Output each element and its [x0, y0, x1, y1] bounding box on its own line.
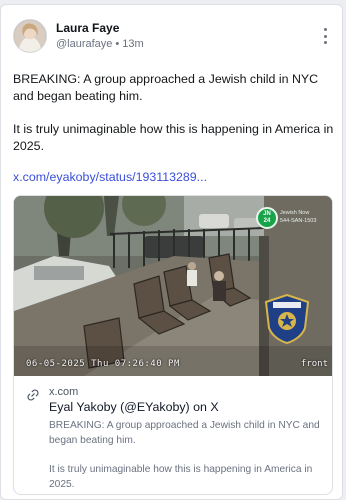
link-preview-card[interactable]: JN 24 Jewish Now 544-SAN-1503 06-05-2025…	[13, 195, 333, 495]
more-options-button[interactable]	[318, 25, 332, 47]
post-link[interactable]: x.com/eyakoby/status/193113289...	[13, 170, 207, 184]
post-paragraph: It is truly unimaginable how this is hap…	[13, 122, 334, 153]
post-meta: @laurafaye • 13m	[56, 38, 144, 50]
more-vertical-icon	[323, 28, 327, 31]
post-header: Laura Faye @laurafaye • 13m	[13, 19, 334, 59]
preview-paragraph: BREAKING: A group approached a Jewish ch…	[49, 420, 320, 446]
shomrim-badge-logo	[264, 294, 310, 344]
author-handle[interactable]: @laurafaye	[56, 38, 112, 50]
post-body: BREAKING: A group approached a Jewish ch…	[13, 71, 335, 171]
post-time[interactable]: 13m	[122, 38, 143, 50]
video-thumbnail[interactable]: JN 24 Jewish Now 544-SAN-1503 06-05-2025…	[14, 196, 332, 376]
preview-description: BREAKING: A group approached a Jewish ch…	[49, 418, 324, 494]
jn24-logo: JN 24	[256, 207, 278, 229]
post-card: Laura Faye @laurafaye • 13m BREAKING: A gr…	[0, 4, 343, 500]
author-name[interactable]: Laura Faye	[56, 21, 119, 35]
camera-label: front	[300, 359, 328, 369]
preview-paragraph: It is truly unimaginable how this is hap…	[49, 464, 313, 490]
link-icon	[27, 389, 39, 401]
preview-title[interactable]: Eyal Yakoby (@EYakoby) on X	[49, 400, 219, 414]
post-paragraph: BREAKING: A group approached a Jewish ch…	[13, 72, 319, 103]
meta-separator: •	[115, 38, 120, 50]
preview-domain: x.com	[49, 386, 79, 398]
video-timestamp: 06-05-2025 Thu 07:26:40 PM	[26, 359, 180, 369]
jn24-caption: Jewish Now 544-SAN-1503	[280, 210, 317, 224]
author-avatar[interactable]	[13, 19, 47, 53]
